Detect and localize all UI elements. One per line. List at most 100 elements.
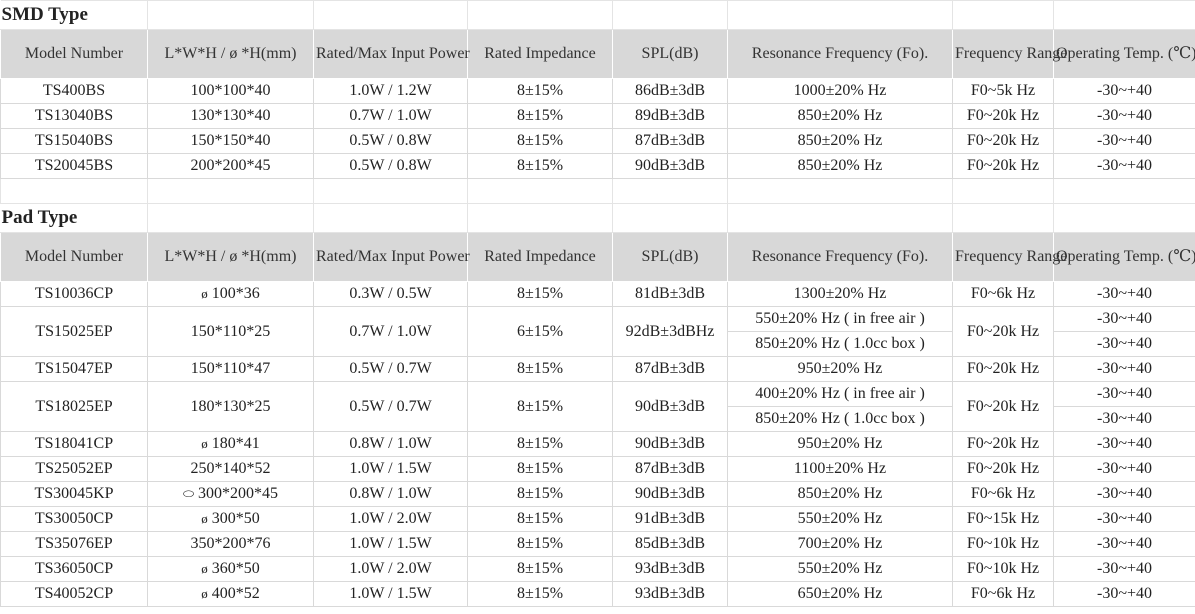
- dimensions-value: 300*200*45: [198, 485, 279, 502]
- power-cell: 0.5W / 0.8W: [313, 153, 468, 179]
- power-cell: 0.5W / 0.7W: [313, 381, 468, 432]
- diameter-symbol: ø: [201, 511, 208, 526]
- table-row: TS20045BS 200*200*45 0.5W / 0.8W 8±15% 90dB±…: [0, 153, 1195, 179]
- table-row: TS35076EP 350*200*76 1.0W / 1.5W 8±15% 85dB±…: [0, 531, 1195, 557]
- column-header-row: Model Number L*W*H / ø *H(mm) Rated/Max In…: [0, 29, 1195, 79]
- operating-temp-cell: -30~+40: [1053, 581, 1195, 607]
- frequency-range-cell: F0~10k Hz: [952, 556, 1054, 582]
- operating-temp-cell: -30~+40: [1053, 306, 1195, 332]
- impedance-cell: 8±15%: [467, 153, 613, 179]
- model-number-cell: TS20045BS: [0, 153, 148, 179]
- spec-sheet: SMD Type Model Number L*W*H / ø *H(mm) Rate…: [0, 0, 1195, 607]
- model-number-cell: TS18041CP: [0, 431, 148, 457]
- empty-cell: [612, 203, 728, 233]
- impedance-cell: 8±15%: [467, 381, 613, 432]
- impedance-cell: 8±15%: [467, 431, 613, 457]
- empty-cell: [313, 0, 468, 30]
- dimensions-value: 150*110*25: [190, 322, 271, 340]
- power-cell: 1.0W / 1.5W: [313, 581, 468, 607]
- frequency-range-cell: F0~6k Hz: [952, 481, 1054, 507]
- frequency-range-cell: F0~6k Hz: [952, 281, 1054, 307]
- resonance-frequency-cell: 850±20% Hz: [727, 153, 953, 179]
- power-cell: 1.0W / 2.0W: [313, 556, 468, 582]
- dimensions-cell: 130*130*40: [147, 103, 314, 129]
- power-cell: 1.0W / 1.5W: [313, 531, 468, 557]
- operating-temp-cell: -30~+40: [1053, 406, 1195, 432]
- operating-temp-cell: -30~+40: [1053, 381, 1195, 407]
- resonance-frequency-cell: 550±20% Hz: [727, 556, 953, 582]
- resonance-frequency-cell: 1100±20% Hz: [727, 456, 953, 482]
- empty-cell: [727, 0, 953, 30]
- operating-temp-cell: -30~+40: [1053, 331, 1195, 357]
- empty-cell: [1053, 178, 1195, 204]
- dimensions-value: 400*52: [211, 585, 260, 602]
- empty-cell: [467, 203, 613, 233]
- resonance-frequency-cell: 550±20% Hz: [727, 506, 953, 532]
- dimensions-cell: ⬭ 300*200*45: [147, 481, 314, 507]
- spl-cell: 89dB±3dB: [612, 103, 728, 129]
- impedance-cell: 6±15%: [467, 306, 613, 357]
- operating-temp-cell: -30~+40: [1053, 78, 1195, 104]
- empty-cell: [147, 203, 314, 233]
- dimensions-value: 100*36: [211, 285, 260, 302]
- power-cell: 1.0W / 1.2W: [313, 78, 468, 104]
- power-cell: 0.8W / 1.0W: [313, 481, 468, 507]
- dimensions-value: 250*140*52: [190, 460, 271, 477]
- empty-cell: [467, 178, 613, 204]
- dimensions-cell: 200*200*45: [147, 153, 314, 179]
- spl-cell: 93dB±3dB: [612, 556, 728, 582]
- column-header-spl: SPL(dB): [612, 29, 728, 79]
- empty-cell: [313, 203, 468, 233]
- model-number-cell: TS30045KP: [0, 481, 148, 507]
- diameter-symbol: ø: [201, 286, 208, 301]
- column-header-frequency-range: Frequency Range: [952, 232, 1067, 282]
- dimensions-cell: 150*110*47: [147, 356, 314, 382]
- spl-cell: 87dB±3dB: [612, 456, 728, 482]
- impedance-cell: 8±15%: [467, 128, 613, 154]
- empty-cell: [313, 178, 468, 204]
- resonance-frequency-cell: 850±20% Hz: [727, 481, 953, 507]
- empty-cell: [952, 0, 1054, 30]
- spl-cell: 85dB±3dB: [612, 531, 728, 557]
- operating-temp-cell: -30~+40: [1053, 356, 1195, 382]
- frequency-range-cell: F0~6k Hz: [952, 581, 1054, 607]
- dimensions-cell: 180*130*25: [147, 381, 314, 432]
- dimensions-cell: ø 360*50: [147, 556, 314, 582]
- section-title-row: Pad Type: [0, 203, 1195, 233]
- dimensions-cell: ø 300*50: [147, 506, 314, 532]
- empty-cell: [147, 178, 314, 204]
- frequency-range-cell: F0~20k Hz: [952, 356, 1054, 382]
- column-header-resonance-frequency: Resonance Frequency (Fo).: [727, 29, 953, 79]
- table-row: TS13040BS 130*130*40 0.7W / 1.0W 8±15% 89dB±…: [0, 103, 1195, 129]
- speaker-spec-table: SMD Type Model Number L*W*H / ø *H(mm) Rate…: [0, 0, 1195, 607]
- spl-cell: 90dB±3dB: [612, 381, 728, 432]
- operating-temp-cell: -30~+40: [1053, 431, 1195, 457]
- column-header-power: Rated/Max Input Power: [313, 29, 470, 79]
- power-cell: 0.5W / 0.7W: [313, 356, 468, 382]
- impedance-cell: 8±15%: [467, 78, 613, 104]
- table-row: TS36050CP ø 360*50 1.0W / 2.0W 8±15% 93dB±3d…: [0, 556, 1195, 582]
- empty-cell: [727, 203, 953, 233]
- diameter-symbol: ø: [201, 436, 208, 451]
- operating-temp-cell: -30~+40: [1053, 481, 1195, 507]
- column-header-dimensions: L*W*H / ø *H(mm): [147, 232, 314, 282]
- diameter-symbol: ø: [201, 561, 208, 576]
- resonance-frequency-cell: 550±20% Hz ( in free air ): [727, 306, 953, 332]
- resonance-frequency-cell: 1300±20% Hz: [727, 281, 953, 307]
- empty-cell: [467, 0, 613, 30]
- power-cell: 0.7W / 1.0W: [313, 103, 468, 129]
- empty-cell: [952, 203, 1054, 233]
- resonance-frequency-cell: 950±20% Hz: [727, 356, 953, 382]
- frequency-range-cell: F0~20k Hz: [952, 153, 1054, 179]
- operating-temp-cell: -30~+40: [1053, 153, 1195, 179]
- oval-symbol: ⬭: [182, 486, 195, 501]
- model-number-cell: TS15047EP: [0, 356, 148, 382]
- column-header-spl: SPL(dB): [612, 232, 728, 282]
- table-row: TS15025EP 150*110*25 0.7W / 1.0W 6±15% 92dB±…: [0, 306, 1195, 357]
- frequency-range-cell: F0~20k Hz: [952, 128, 1054, 154]
- table-row: TS18025EP 180*130*25 0.5W / 0.7W 8±15% 90dB±…: [0, 381, 1195, 432]
- dimensions-cell: ø 100*36: [147, 281, 314, 307]
- column-header-impedance: Rated Impedance: [467, 29, 613, 79]
- power-cell: 0.7W / 1.0W: [313, 306, 468, 357]
- spl-cell: 81dB±3dB: [612, 281, 728, 307]
